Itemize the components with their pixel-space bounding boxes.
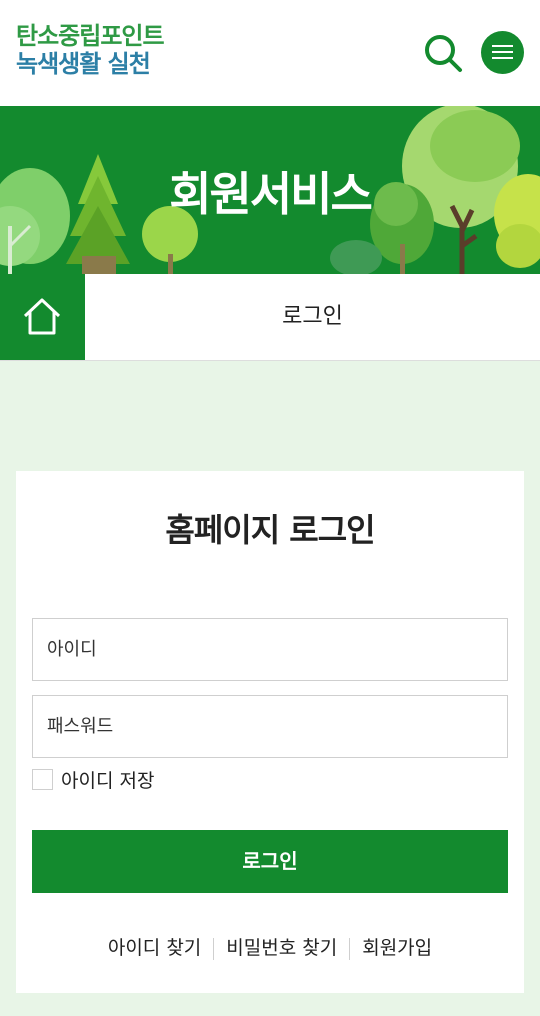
signup-link[interactable]: 회원가입 bbox=[362, 937, 432, 959]
logo-line-1: 탄소중립포인트 bbox=[16, 22, 165, 50]
link-divider bbox=[213, 937, 215, 960]
login-card: 홈페이지 로그인 아이디 저장 로그인 아이디 찾기 비밀번호 찾기 회원가입 bbox=[16, 471, 524, 993]
page-banner: 회원서비스 bbox=[0, 106, 540, 274]
site-header: 탄소중립포인트 녹색생활 실천 bbox=[0, 0, 540, 106]
password-input[interactable] bbox=[32, 695, 508, 758]
remember-id-checkbox[interactable]: 아이디 저장 bbox=[32, 768, 155, 792]
site-logo[interactable]: 탄소중립포인트 녹색생활 실천 bbox=[16, 22, 165, 78]
find-password-link[interactable]: 비밀번호 찾기 bbox=[226, 937, 337, 959]
search-icon bbox=[425, 35, 462, 72]
home-button[interactable] bbox=[0, 274, 85, 360]
hamburger-menu-icon bbox=[492, 45, 513, 47]
menu-button[interactable] bbox=[481, 31, 524, 74]
checkbox-icon[interactable] bbox=[32, 768, 53, 790]
login-title: 홈페이지 로그인 bbox=[165, 511, 375, 549]
find-id-link[interactable]: 아이디 찾기 bbox=[108, 937, 201, 959]
home-icon bbox=[23, 298, 61, 335]
id-input[interactable] bbox=[32, 618, 508, 681]
logo-line-2: 녹색생활 실천 bbox=[16, 50, 151, 78]
breadcrumb: 로그인 bbox=[0, 274, 540, 361]
remember-id-label: 아이디 저장 bbox=[61, 769, 155, 792]
login-button[interactable]: 로그인 bbox=[32, 830, 508, 893]
hamburger-menu-icon bbox=[492, 51, 513, 53]
breadcrumb-current[interactable]: 로그인 bbox=[85, 274, 540, 360]
hamburger-menu-icon bbox=[492, 57, 513, 59]
search-button[interactable] bbox=[422, 32, 466, 76]
banner-title: 회원서비스 bbox=[169, 167, 373, 221]
link-divider bbox=[349, 937, 351, 960]
account-links: 아이디 찾기 비밀번호 찾기 회원가입 bbox=[16, 933, 524, 960]
